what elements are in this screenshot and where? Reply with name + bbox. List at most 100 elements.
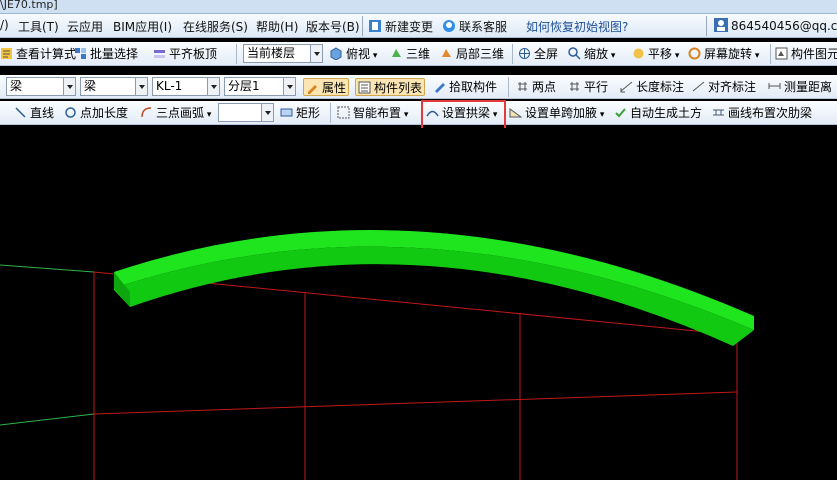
- zoom-button[interactable]: 缩放 ▾: [568, 45, 615, 63]
- component-select[interactable]: KL-1: [152, 77, 220, 96]
- chevron-down-icon: [135, 78, 147, 95]
- component-figure-button[interactable]: 构件图元: [775, 45, 837, 63]
- two-points-button[interactable]: 两点: [516, 78, 556, 96]
- toolbar-separator: [512, 44, 513, 64]
- new-change-label: 新建变更: [385, 20, 434, 34]
- element-type-value: 梁: [10, 79, 23, 93]
- chevron-down-icon: [261, 104, 273, 121]
- toolbar-separator: [236, 44, 237, 64]
- line-icon: [14, 106, 27, 119]
- parallel-label: 平行: [584, 80, 609, 94]
- support-icon: [442, 19, 456, 33]
- menu-item-online[interactable]: 在线服务(S): [183, 18, 248, 35]
- set-haunch-button[interactable]: 设置单跨加腋 ▾: [509, 104, 604, 122]
- cube-icon: [330, 47, 343, 60]
- new-change-button[interactable]: 新建变更: [368, 18, 433, 35]
- arch-beam-highlight: [421, 100, 506, 130]
- view-calc-label: 查看计算式: [16, 47, 77, 61]
- two-points-label: 两点: [532, 80, 557, 94]
- haunch-icon: [509, 106, 522, 119]
- property-label: 属性: [322, 81, 347, 95]
- menu-separator: [362, 16, 363, 36]
- menu-item-help[interactable]: 帮助(H): [256, 18, 298, 35]
- support-button[interactable]: 联系客服: [442, 18, 507, 35]
- partial-3d-button[interactable]: 局部三维: [440, 45, 504, 63]
- batch-select-label: 批量选择: [90, 47, 139, 61]
- menu-item-tools[interactable]: 工具(T): [18, 18, 59, 35]
- auto-earthwork-button[interactable]: 自动生成土方: [614, 104, 702, 122]
- support-label: 联系客服: [459, 20, 508, 34]
- element-subtype-select[interactable]: 梁: [80, 77, 148, 96]
- parallel-button[interactable]: 平行: [568, 78, 608, 96]
- drawing-canvas[interactable]: [0, 128, 837, 480]
- flush-slab-button[interactable]: 平齐板顶: [153, 45, 217, 63]
- rotate-screen-label: 屏幕旋转: [704, 47, 753, 61]
- partial-3d-icon: [440, 47, 453, 60]
- zoom-label: 缩放: [584, 47, 609, 61]
- property-button[interactable]: 属性: [303, 78, 350, 96]
- secondary-rib-label: 画线布置次肋梁: [728, 106, 813, 120]
- parallel-icon: [568, 80, 581, 93]
- measure-icon: [768, 80, 781, 93]
- floor-select-value: 当前楼层: [247, 46, 296, 60]
- list-icon: [358, 81, 371, 94]
- length-dim-button[interactable]: 长度标注: [620, 78, 684, 96]
- smart-layout-icon: [337, 106, 350, 119]
- arc-option-select[interactable]: [218, 103, 274, 122]
- rect-button[interactable]: 矩形: [280, 104, 320, 122]
- point-length-icon: [64, 106, 77, 119]
- three-point-arc-button[interactable]: 三点画弧 ▾: [140, 104, 211, 122]
- floor-select[interactable]: 当前楼层: [243, 44, 323, 63]
- menu-item-cloud[interactable]: 云应用: [67, 18, 103, 35]
- view-3d-button[interactable]: 三维: [390, 45, 430, 63]
- component-list-label: 构件列表: [374, 81, 423, 95]
- toolbar-separator: [770, 44, 771, 64]
- help-link[interactable]: 如何恢复初始视图?: [526, 18, 628, 35]
- property-icon: [306, 81, 319, 94]
- secondary-rib-icon: [712, 106, 725, 119]
- secondary-rib-button[interactable]: 画线布置次肋梁: [712, 104, 812, 122]
- align-dim-button[interactable]: 对齐标注: [692, 78, 756, 96]
- chevron-down-icon: [207, 78, 219, 95]
- component-figure-label: 构件图元: [791, 47, 837, 61]
- point-length-button[interactable]: 点加长度: [64, 104, 128, 122]
- toolbar-draw: 直线 点加长度 三点画弧 ▾ 矩形 智能布置 ▾ 设置拱梁 ▾ 设置单跨加腋 ▾…: [0, 101, 837, 125]
- component-list-button[interactable]: 构件列表: [355, 78, 426, 96]
- account-button[interactable]: 864540456@qq.co: [714, 18, 837, 33]
- pan-button[interactable]: 平移 ▾: [632, 45, 679, 63]
- pick-component-label: 拾取构件: [449, 80, 498, 94]
- two-points-icon: [516, 80, 529, 93]
- view-3d-label: 三维: [406, 47, 431, 61]
- toolbar-view: 查看计算式 批量选择 平齐板顶 当前楼层 俯视 ▾ 三维 局部三维 全屏 缩放 …: [0, 42, 837, 66]
- rotate-screen-button[interactable]: 屏幕旋转 ▾: [688, 45, 759, 63]
- menu-item-cut[interactable]: /): [0, 18, 9, 32]
- measure-dist-button[interactable]: 测量距离: [768, 78, 832, 96]
- chevron-down-icon: [63, 78, 75, 95]
- menu-separator: [706, 16, 707, 36]
- line-button[interactable]: 直线: [14, 104, 54, 122]
- menu-item-bim[interactable]: BIM应用(I): [113, 18, 172, 35]
- calc-icon: [0, 47, 13, 60]
- partial-3d-label: 局部三维: [456, 47, 505, 61]
- rect-label: 矩形: [296, 106, 321, 120]
- new-change-icon: [368, 19, 382, 33]
- component-figure-icon: [775, 47, 788, 60]
- layer-value: 分层1: [228, 79, 260, 93]
- rect-icon: [280, 106, 293, 119]
- element-type-select[interactable]: 梁: [6, 77, 76, 96]
- pick-component-button[interactable]: 拾取构件: [433, 78, 497, 96]
- menu-bar: /) 工具(T) 云应用 BIM应用(I) 在线服务(S) 帮助(H) 版本号(…: [0, 14, 837, 38]
- view-calc-button[interactable]: 查看计算式: [0, 45, 76, 63]
- menu-item-version[interactable]: 版本号(B): [306, 18, 360, 35]
- smart-layout-button[interactable]: 智能布置 ▾: [337, 104, 408, 122]
- view-3d-icon: [390, 47, 403, 60]
- arc-icon: [140, 106, 153, 119]
- layer-select[interactable]: 分层1: [224, 77, 296, 96]
- top-view-button[interactable]: 俯视 ▾: [330, 45, 377, 63]
- earthwork-icon: [614, 106, 627, 119]
- toolbar-separator: [330, 103, 331, 123]
- window-titlebar: \JE70.tmp]: [0, 0, 837, 14]
- zoom-icon: [568, 47, 581, 60]
- fullscreen-button[interactable]: 全屏: [518, 45, 558, 63]
- batch-select-button[interactable]: 批量选择: [74, 45, 138, 63]
